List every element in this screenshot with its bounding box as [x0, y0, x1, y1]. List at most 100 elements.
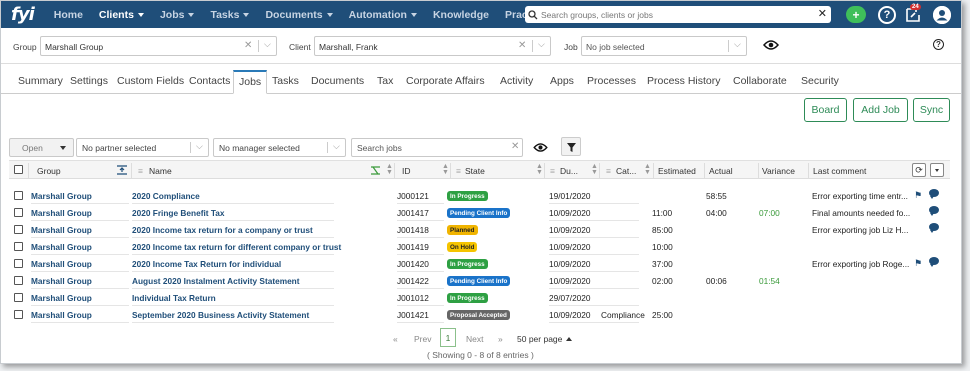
- table-row[interactable]: Marshall Group 2020 Income tax return for…: [9, 221, 950, 238]
- chevron-down-icon[interactable]: ⌵: [196, 141, 203, 152]
- sort-toggle-icon[interactable]: ▲ ▼: [644, 163, 651, 176]
- table-row[interactable]: Marshall Group August 2020 Instalment Act…: [9, 272, 950, 289]
- sort-az-icon[interactable]: [371, 166, 380, 175]
- clear-group-icon[interactable]: ✕: [244, 40, 252, 51]
- caret-up-icon[interactable]: [566, 337, 572, 341]
- tab-custom-fields[interactable]: Custom Fields: [117, 75, 184, 87]
- row-job-name-link[interactable]: 2020 Income tax return for different com…: [132, 242, 341, 252]
- nav-item-automation[interactable]: Automation: [349, 9, 417, 21]
- drag-handle-icon[interactable]: ≡: [138, 166, 143, 176]
- row-group-link[interactable]: Marshall Group: [31, 310, 92, 320]
- tab-collaborate[interactable]: Collaborate: [733, 75, 787, 87]
- sort-toggle-icon[interactable]: ▲ ▼: [591, 163, 598, 176]
- chevron-down-icon[interactable]: ⌵: [538, 39, 545, 50]
- row-job-name-link[interactable]: 2020 Fringe Benefit Tax: [132, 208, 225, 218]
- row-checkbox[interactable]: [14, 276, 23, 285]
- global-search[interactable]: Search groups, clients or jobs ✕: [525, 6, 831, 23]
- row-checkbox[interactable]: [14, 225, 23, 234]
- column-header-group[interactable]: Group: [37, 166, 61, 176]
- table-row[interactable]: Marshall Group 2020 Income Tax Return for…: [9, 255, 950, 272]
- column-header-actual[interactable]: Actual: [709, 166, 733, 176]
- row-last-comment[interactable]: Error exporting job Liz H...: [812, 225, 908, 235]
- row-job-name-link[interactable]: September 2020 Business Activity Stateme…: [132, 310, 309, 320]
- search-jobs-input[interactable]: Search jobs ✕: [351, 138, 523, 157]
- row-group-link[interactable]: Marshall Group: [31, 225, 92, 235]
- row-group-link[interactable]: Marshall Group: [31, 242, 92, 252]
- tab-settings[interactable]: Settings: [70, 75, 108, 87]
- comment-icon[interactable]: [929, 206, 939, 216]
- last-page-icon[interactable]: »: [498, 334, 503, 344]
- sync-button[interactable]: Sync: [913, 98, 950, 122]
- tab-contacts[interactable]: Contacts: [189, 75, 230, 87]
- column-header-last-comment[interactable]: Last comment: [813, 166, 866, 176]
- add-job-button[interactable]: Add Job: [853, 98, 908, 122]
- chevron-down-icon[interactable]: ⌵: [333, 141, 340, 152]
- row-job-name-link[interactable]: 2020 Compliance: [132, 191, 200, 201]
- tab-corporate-affairs[interactable]: Corporate Affairs: [406, 75, 485, 87]
- manager-filter[interactable]: No manager selected ⌵: [213, 138, 346, 157]
- drag-handle-icon[interactable]: ≡: [550, 166, 555, 176]
- row-checkbox[interactable]: [14, 293, 23, 302]
- tab-activity[interactable]: Activity: [500, 75, 533, 87]
- row-checkbox[interactable]: [14, 259, 23, 268]
- tab-security[interactable]: Security: [801, 75, 839, 87]
- row-job-name-link[interactable]: 2020 Income tax return for a company or …: [132, 225, 313, 235]
- row-group-link[interactable]: Marshall Group: [31, 208, 92, 218]
- clear-search-icon[interactable]: ✕: [818, 7, 827, 20]
- tab-tasks[interactable]: Tasks: [272, 75, 299, 87]
- column-header-category[interactable]: Cat...: [616, 166, 636, 176]
- eye-icon[interactable]: [533, 143, 548, 152]
- chevron-down-icon[interactable]: ⌵: [734, 39, 741, 50]
- comment-icon[interactable]: [929, 189, 939, 199]
- row-job-name-link[interactable]: August 2020 Instalment Activity Statemen…: [132, 276, 300, 286]
- eye-icon[interactable]: [763, 40, 779, 50]
- row-last-comment[interactable]: Error exporting job Roge...: [812, 259, 909, 269]
- tab-jobs[interactable]: Jobs: [233, 70, 268, 94]
- nav-item-home[interactable]: Home: [54, 9, 83, 21]
- board-button[interactable]: Board: [804, 98, 847, 122]
- nav-item-jobs[interactable]: Jobs: [160, 9, 195, 21]
- next-page-link[interactable]: Next: [466, 334, 483, 344]
- global-search-input[interactable]: Search groups, clients or jobs: [541, 10, 653, 20]
- prev-page-link[interactable]: Prev: [414, 334, 431, 344]
- nav-item-documents[interactable]: Documents: [265, 9, 333, 21]
- row-group-link[interactable]: Marshall Group: [31, 191, 92, 201]
- row-group-link[interactable]: Marshall Group: [31, 276, 92, 286]
- row-checkbox[interactable]: [14, 208, 23, 217]
- user-avatar-icon[interactable]: [933, 6, 951, 24]
- row-checkbox[interactable]: [14, 310, 23, 319]
- notifications-icon[interactable]: 24: [904, 4, 922, 24]
- clear-client-icon[interactable]: ✕: [518, 40, 526, 51]
- flag-icon[interactable]: ⚑: [914, 258, 922, 269]
- refresh-button[interactable]: ⟳: [912, 163, 926, 177]
- sort-toggle-icon[interactable]: ▲ ▼: [536, 163, 543, 176]
- table-row[interactable]: Marshall Group 2020 Fringe Benefit Tax J00…: [9, 204, 950, 221]
- group-by-icon[interactable]: [117, 165, 127, 175]
- column-header-id[interactable]: ID: [402, 166, 411, 176]
- sort-toggle-icon[interactable]: ▲ ▼: [442, 163, 449, 176]
- status-filter[interactable]: Open: [9, 138, 74, 157]
- row-job-name-link[interactable]: Individual Tax Return: [132, 293, 216, 303]
- fyi-logo[interactable]: fyi: [11, 4, 35, 25]
- group-select[interactable]: Marshall Group ✕ ⌵: [40, 36, 277, 56]
- column-header-name[interactable]: Name: [149, 166, 172, 176]
- nav-item-tasks[interactable]: Tasks: [210, 9, 250, 21]
- filter-button[interactable]: [561, 137, 581, 156]
- row-job-name-link[interactable]: 2020 Income Tax Return for individual: [132, 259, 281, 269]
- comment-icon[interactable]: [929, 223, 939, 233]
- help-icon[interactable]: ?: [933, 39, 944, 50]
- partner-filter[interactable]: No partner selected ⌵: [76, 138, 209, 157]
- row-checkbox[interactable]: [14, 191, 23, 200]
- column-header-due[interactable]: Du...: [560, 166, 578, 176]
- sort-toggle-icon[interactable]: ▲ ▼: [386, 163, 393, 176]
- quick-add-button[interactable]: +: [846, 6, 866, 23]
- select-all-checkbox[interactable]: [14, 165, 23, 174]
- nav-item-knowledge[interactable]: Knowledge: [433, 9, 489, 21]
- tab-summary[interactable]: Summary: [18, 75, 63, 87]
- row-last-comment[interactable]: Final amounts needed fo...: [812, 208, 910, 218]
- column-options-button[interactable]: [930, 163, 944, 177]
- tab-process-history[interactable]: Process History: [647, 75, 721, 87]
- first-page-icon[interactable]: «: [393, 334, 398, 344]
- tab-processes[interactable]: Processes: [587, 75, 636, 87]
- flag-icon[interactable]: ⚑: [914, 190, 922, 201]
